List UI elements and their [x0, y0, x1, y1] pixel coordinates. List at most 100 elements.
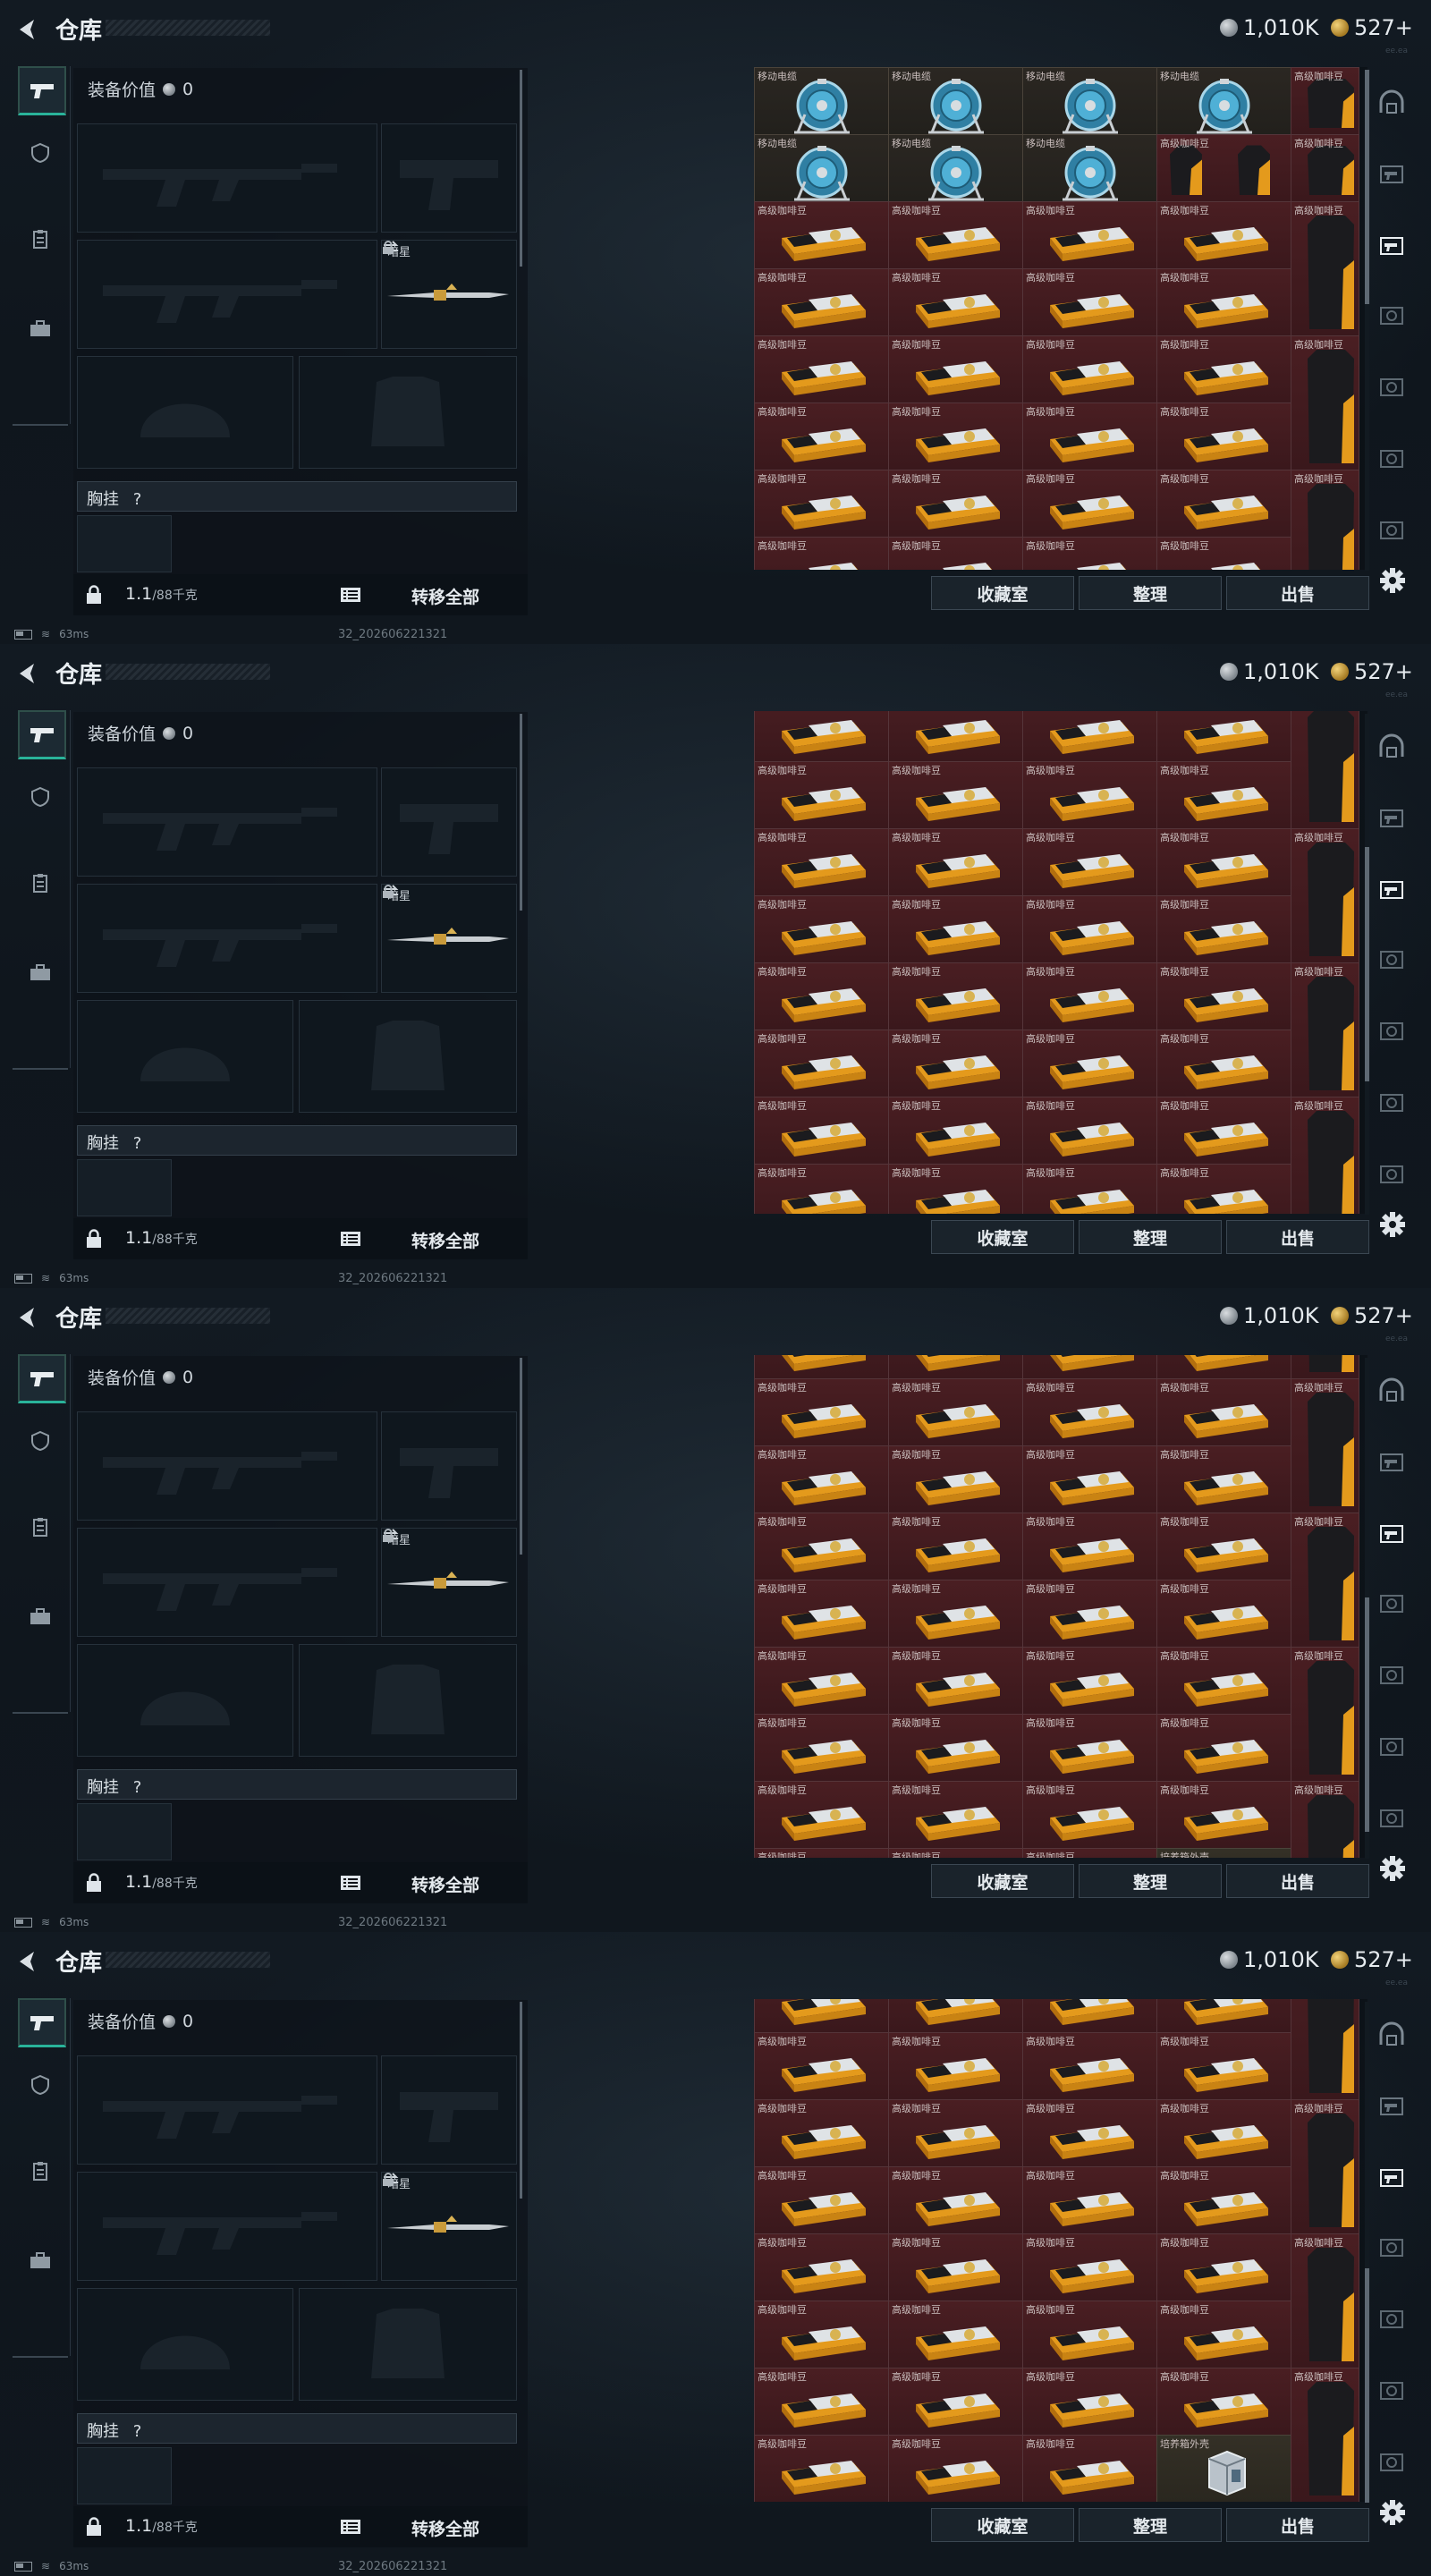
- stash-item-coffee[interactable]: 高级咖啡豆: [1156, 1164, 1291, 1214]
- stash-item-coffee-bag[interactable]: 高级咖啡豆: [1291, 67, 1359, 135]
- nav-item-backpack[interactable]: [18, 306, 63, 351]
- melee-slot[interactable]: 暗星: [381, 884, 517, 993]
- stash-item-coffee[interactable]: 高级咖啡豆: [888, 537, 1023, 570]
- gun-active-icon[interactable]: [1376, 229, 1408, 261]
- chest-help-icon[interactable]: ?: [133, 2422, 142, 2441]
- stash-item-coffee[interactable]: 高级咖啡豆: [754, 402, 889, 470]
- nav-item-armor[interactable]: [18, 775, 63, 819]
- stash-item-coffee[interactable]: 高级咖啡豆: [754, 2032, 889, 2100]
- stash-item-coffee-bag[interactable]: 高级咖啡豆: [1291, 1513, 1359, 1648]
- stash-item-coffee[interactable]: 高级咖啡豆: [1156, 1445, 1291, 1513]
- primary-weapon-slot[interactable]: [77, 1411, 377, 1521]
- nav-item-weapons[interactable]: [18, 66, 66, 115]
- stash-item-cable-reel[interactable]: 移动电缆: [888, 67, 1023, 135]
- chest-help-icon[interactable]: ?: [133, 1778, 142, 1797]
- stash-item-coffee[interactable]: 高级咖啡豆: [754, 335, 889, 403]
- stash-item-coffee[interactable]: 高级咖啡豆: [888, 711, 1023, 762]
- stash-item-coffee[interactable]: 高级咖啡豆: [754, 268, 889, 336]
- stash-item-coffee[interactable]: 高级咖啡豆: [888, 761, 1023, 829]
- stash-item-coffee[interactable]: 高级咖啡豆: [1156, 201, 1291, 269]
- silver-currency[interactable]: 1,010K: [1220, 659, 1318, 684]
- settings-gear-icon[interactable]: [1379, 567, 1406, 594]
- stash-item-coffee[interactable]: 高级咖啡豆: [888, 1445, 1023, 1513]
- stash-item-coffee[interactable]: 高级咖啡豆: [754, 2301, 889, 2368]
- stash-item-incubator-shell[interactable]: 培养箱外壳: [1156, 1848, 1291, 1858]
- stash-item-coffee[interactable]: 高级咖啡豆: [1022, 2032, 1157, 2100]
- equipment-scrollbar[interactable]: [520, 70, 522, 267]
- stash-item-coffee[interactable]: 高级咖啡豆: [1022, 1164, 1157, 1214]
- helmet-slot[interactable]: [77, 356, 293, 469]
- stash-item-coffee[interactable]: 高级咖啡豆: [1156, 1030, 1291, 1097]
- stash-item-coffee[interactable]: 高级咖啡豆: [888, 828, 1023, 896]
- nav-item-armor[interactable]: [18, 1419, 63, 1463]
- layer-icon[interactable]: [1376, 1658, 1408, 1690]
- stash-item-coffee[interactable]: 高级咖啡豆: [754, 2099, 889, 2167]
- stash-item-coffee[interactable]: 高级咖啡豆: [888, 2435, 1023, 2502]
- stash-item-coffee[interactable]: 高级咖啡豆: [1156, 1513, 1291, 1580]
- stash-item-coffee[interactable]: 高级咖啡豆: [754, 962, 889, 1030]
- stash-item-coffee[interactable]: 高级咖啡豆: [1022, 201, 1157, 269]
- stash-item-coffee[interactable]: 高级咖啡豆: [754, 1580, 889, 1648]
- stash-item-coffee[interactable]: 高级咖啡豆: [1022, 268, 1157, 336]
- list-icon[interactable]: [340, 1231, 361, 1247]
- stash-item-coffee-bag[interactable]: 高级咖啡豆: [1291, 711, 1359, 829]
- stash-item-coffee[interactable]: 高级咖啡豆: [754, 470, 889, 538]
- back-button[interactable]: [13, 658, 43, 689]
- gun-active-icon[interactable]: [1376, 873, 1408, 905]
- armor-slot[interactable]: [299, 2288, 517, 2401]
- stash-item-coffee[interactable]: 高级咖啡豆: [1156, 962, 1291, 1030]
- equipment-scrollbar[interactable]: [520, 1358, 522, 1555]
- stash-item-coffee[interactable]: 高级咖啡豆: [1156, 895, 1291, 963]
- stash-item-coffee[interactable]: 高级咖啡豆: [1022, 1848, 1157, 1858]
- stash-item-coffee[interactable]: 高级咖啡豆: [754, 2368, 889, 2436]
- helmet-slot[interactable]: [77, 2288, 293, 2401]
- stash-item-incubator-shell[interactable]: 培养箱外壳: [1156, 2435, 1291, 2502]
- stash-item-coffee-bag[interactable]: 高级咖啡豆: [1291, 1781, 1359, 1858]
- stash-item-coffee[interactable]: 高级咖啡豆: [1022, 537, 1157, 570]
- armor-slot[interactable]: [299, 1644, 517, 1757]
- stash-item-coffee[interactable]: 高级咖啡豆: [888, 2099, 1023, 2167]
- stash-scroll-thumb[interactable]: [1365, 847, 1369, 1081]
- stash-scroll-thumb[interactable]: [1365, 1597, 1369, 1832]
- stash-item-coffee[interactable]: 高级咖啡豆: [888, 1097, 1023, 1165]
- pistol-slot[interactable]: [381, 2055, 517, 2165]
- secondary-weapon-slot[interactable]: [77, 240, 377, 349]
- stash-item-coffee-bag[interactable]: 高级咖啡豆: [1291, 134, 1359, 202]
- stash-item-coffee[interactable]: 高级咖啡豆: [1022, 470, 1157, 538]
- pistol-slot[interactable]: [381, 1411, 517, 1521]
- stash-item-coffee[interactable]: 高级咖啡豆: [1022, 1647, 1157, 1715]
- stash-item-coffee[interactable]: 高级咖啡豆: [888, 335, 1023, 403]
- stash-item-coffee[interactable]: 高级咖啡豆: [754, 1164, 889, 1214]
- melee-slot[interactable]: 暗星: [381, 2172, 517, 2281]
- stash-item-coffee[interactable]: 高级咖啡豆: [888, 1164, 1023, 1214]
- layer-icon[interactable]: [1376, 442, 1408, 474]
- list-icon[interactable]: [340, 2519, 361, 2535]
- stash-item-coffee[interactable]: 高级咖啡豆: [1022, 2368, 1157, 2436]
- stash-item-coffee[interactable]: 高级咖啡豆: [1022, 1714, 1157, 1782]
- stash-item-coffee[interactable]: 高级咖啡豆: [1022, 402, 1157, 470]
- stash-item-coffee[interactable]: 高级咖啡豆: [888, 470, 1023, 538]
- sell-button[interactable]: 出售: [1226, 576, 1369, 610]
- chest-rig-slot[interactable]: [77, 1159, 172, 1216]
- melee-slot[interactable]: 暗星: [381, 1528, 517, 1637]
- gold-currency[interactable]: 527+: [1331, 1303, 1413, 1328]
- dome-icon[interactable]: [1376, 1374, 1408, 1406]
- stash-item-coffee-bag[interactable]: 高级咖啡豆: [1291, 470, 1359, 570]
- stash-item-coffee-bag[interactable]: 高级咖啡豆: [1291, 2368, 1359, 2502]
- stash-item-coffee[interactable]: 高级咖啡豆: [888, 2032, 1023, 2100]
- stash-item-coffee-bag[interactable]: 高级咖啡豆: [1291, 335, 1359, 470]
- layer-icon[interactable]: [1376, 2302, 1408, 2334]
- stash-item-coffee[interactable]: 高级咖啡豆: [1156, 761, 1291, 829]
- stash-item-coffee[interactable]: 高级咖啡豆: [1156, 470, 1291, 538]
- armor-slot[interactable]: [299, 1000, 517, 1113]
- stash-item-coffee[interactable]: 高级咖啡豆: [1022, 1030, 1157, 1097]
- dome-icon[interactable]: [1376, 2018, 1408, 2050]
- stash-item-coffee[interactable]: 高级咖啡豆: [1156, 828, 1291, 896]
- stash-item-cable-reel[interactable]: 移动电缆: [888, 134, 1023, 202]
- stash-item-coffee[interactable]: 高级咖啡豆: [888, 201, 1023, 269]
- organize-button[interactable]: 整理: [1079, 1220, 1222, 1254]
- primary-weapon-slot[interactable]: [77, 767, 377, 877]
- gold-currency[interactable]: 527+: [1331, 1947, 1413, 1972]
- nav-item-backpack[interactable]: [18, 2238, 63, 2283]
- layer-icon[interactable]: [1376, 2374, 1408, 2406]
